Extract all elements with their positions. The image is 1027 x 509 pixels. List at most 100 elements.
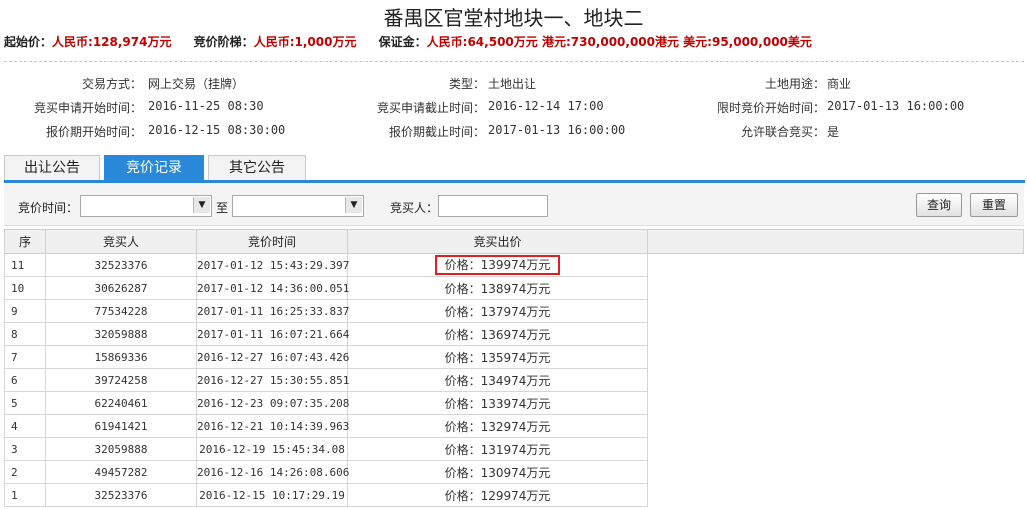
quote-start-label: 报价期开始时间： <box>45 125 142 139</box>
cell-price: 价格：132974万元 <box>347 414 648 438</box>
cell-seq: 3 <box>4 437 46 461</box>
table-row: 1 32523376 2016-12-15 10:17:29.19 价格：129… <box>4 483 1024 507</box>
bid-step-label: 竞价阶梯： <box>193 35 254 49</box>
cell-time: 2017-01-11 16:07:21.664 <box>196 322 349 346</box>
quote-end-value: 2017-01-13 16:00:00 <box>488 123 626 137</box>
cell-bidder: 62240461 <box>45 391 197 415</box>
trade-mode-value: 网上交易（挂牌） <box>148 77 245 91</box>
cell-price: 价格：137974万元 <box>347 299 648 323</box>
cell-time: 2016-12-23 09:07:35.208 <box>196 391 349 415</box>
col-header-filler <box>647 229 1024 254</box>
land-use-label: 土地用途： <box>764 77 825 91</box>
joint-bid-label: 允许联合竞买： <box>740 125 825 139</box>
apply-end-label: 竞买申请截止时间： <box>376 101 485 115</box>
cell-bidder: 30626287 <box>45 276 197 300</box>
tab-bid-records[interactable]: 竞价记录 <box>104 155 204 180</box>
cell-bidder: 15869336 <box>45 345 197 369</box>
cell-bidder: 32059888 <box>45 437 197 461</box>
table-row: 4 61941421 2016-12-21 10:14:39.963 价格：13… <box>4 414 1024 438</box>
table-body: 11 32523376 2017-01-12 15:43:29.397 价格：1… <box>4 253 1024 507</box>
info-row-1: 交易方式： 网上交易（挂牌） 类型： 土地出让 土地用途： 商业 <box>0 75 1027 93</box>
price-bar: 起始价：人民币:128,974万元 竞价阶梯：人民币:1,000万元 保证金：人… <box>4 33 818 50</box>
cell-seq: 4 <box>4 414 46 438</box>
info-row-3: 报价期开始时间： 2016-12-15 08:30:00 报价期截止时间： 20… <box>0 123 1027 141</box>
col-header-seq: 序 <box>4 229 46 254</box>
cell-time: 2016-12-27 15:30:55.851 <box>196 368 349 392</box>
cell-seq: 11 <box>4 253 46 277</box>
cell-price-highlighted: 价格：139974万元 <box>347 253 648 277</box>
start-price-label: 起始价： <box>4 35 53 49</box>
table-row: 11 32523376 2017-01-12 15:43:29.397 价格：1… <box>4 253 1024 277</box>
page-title: 番禺区官堂村地块一、地块二 <box>383 6 644 30</box>
cell-price: 价格：130974万元 <box>347 460 648 484</box>
cell-bidder: 61941421 <box>45 414 197 438</box>
cell-price: 价格：133974万元 <box>347 391 648 415</box>
type-value: 土地出让 <box>488 77 537 91</box>
table-row: 6 39724258 2016-12-27 15:30:55.851 价格：13… <box>4 368 1024 392</box>
table-row: 10 30626287 2017-01-12 14:36:00.051 价格：1… <box>4 276 1024 300</box>
cell-seq: 8 <box>4 322 46 346</box>
cell-seq: 9 <box>4 299 46 323</box>
bidder-label: 竞买人： <box>390 201 439 215</box>
timed-bid-start-value: 2017-01-13 16:00:00 <box>827 99 965 113</box>
deposit-label: 保证金： <box>378 35 427 49</box>
start-price-value: 人民币:128,974万元 <box>52 35 172 49</box>
cell-seq: 2 <box>4 460 46 484</box>
tab-announcement[interactable]: 出让公告 <box>4 155 100 180</box>
bid-time-label: 竞价时间： <box>18 201 79 215</box>
table-header-row: 序 竞买人 竞价时间 竞买出价 <box>4 229 1024 254</box>
chevron-down-icon: ▼ <box>193 197 210 213</box>
cell-seq: 5 <box>4 391 46 415</box>
tab-other-notices[interactable]: 其它公告 <box>208 155 306 180</box>
cell-time: 2017-01-11 16:25:33.837 <box>196 299 349 323</box>
deposit-value: 人民币:64,500万元 港元:730,000,000港元 美元:95,000,… <box>426 35 812 49</box>
apply-end-value: 2016-12-14 17:00 <box>488 99 604 113</box>
cell-price: 价格：131974万元 <box>347 437 648 461</box>
cell-time: 2017-01-12 15:43:29.397 <box>196 253 349 277</box>
cell-seq: 1 <box>4 483 46 507</box>
search-button[interactable]: 查询 <box>916 193 962 217</box>
cell-bidder: 32059888 <box>45 322 197 346</box>
cell-price: 价格：129974万元 <box>347 483 648 507</box>
cell-seq: 10 <box>4 276 46 300</box>
cell-time: 2016-12-16 14:26:08.606 <box>196 460 349 484</box>
quote-end-label: 报价期截止时间： <box>388 125 485 139</box>
cell-time: 2016-12-21 10:14:39.963 <box>196 414 349 438</box>
reset-button[interactable]: 重置 <box>970 193 1018 217</box>
cell-bidder: 39724258 <box>45 368 197 392</box>
apply-start-value: 2016-11-25 08:30 <box>148 99 264 113</box>
cell-price: 价格：134974万元 <box>347 368 648 392</box>
table-row: 8 32059888 2017-01-11 16:07:21.664 价格：13… <box>4 322 1024 346</box>
col-header-price: 竞买出价 <box>347 229 648 254</box>
col-header-bidder: 竞买人 <box>45 229 197 254</box>
info-row-2: 竞买申请开始时间： 2016-11-25 08:30 竞买申请截止时间： 201… <box>0 99 1027 117</box>
joint-bid-value: 是 <box>827 125 840 139</box>
cell-seq: 7 <box>4 345 46 369</box>
bid-time-to-select[interactable]: ▼ <box>232 195 364 217</box>
to-label: 至 <box>216 201 229 215</box>
cell-bidder: 77534228 <box>45 299 197 323</box>
chevron-down-icon: ▼ <box>345 197 362 213</box>
apply-start-label: 竞买申请开始时间： <box>33 101 142 115</box>
table-row: 3 32059888 2016-12-19 15:45:34.08 价格：131… <box>4 437 1024 461</box>
table-row: 7 15869336 2016-12-27 16:07:43.426 价格：13… <box>4 345 1024 369</box>
cell-bidder: 32523376 <box>45 253 197 277</box>
cell-price: 价格：135974万元 <box>347 345 648 369</box>
highlight-box: 价格：139974万元 <box>434 255 561 275</box>
quote-start-value: 2016-12-15 08:30:00 <box>148 123 286 137</box>
filter-bar: 竞价时间： ▼ 至 ▼ 竞买人： 查询 重置 <box>4 183 1024 226</box>
bid-step-value: 人民币:1,000万元 <box>253 35 357 49</box>
bidder-input[interactable] <box>438 195 548 217</box>
cell-time: 2016-12-27 16:07:43.426 <box>196 345 349 369</box>
type-label: 类型： <box>448 77 485 91</box>
col-header-time: 竞价时间 <box>196 229 348 254</box>
cell-seq: 6 <box>4 368 46 392</box>
table-row: 2 49457282 2016-12-16 14:26:08.606 价格：13… <box>4 460 1024 484</box>
bid-records-table: 序 竞买人 竞价时间 竞买出价 11 32523376 2017-01-12 1… <box>4 229 1024 507</box>
cell-time: 2016-12-15 10:17:29.19 <box>196 483 348 507</box>
cell-bidder: 49457282 <box>45 460 197 484</box>
cell-price: 价格：138974万元 <box>347 276 648 300</box>
cell-price: 价格：136974万元 <box>347 322 648 346</box>
land-use-value: 商业 <box>827 77 852 91</box>
bid-time-from-select[interactable]: ▼ <box>80 195 212 217</box>
